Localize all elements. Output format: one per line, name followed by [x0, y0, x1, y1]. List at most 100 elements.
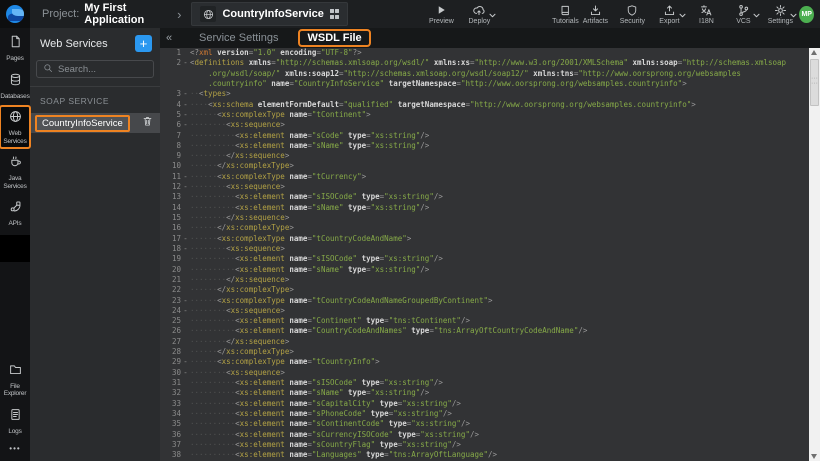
sidebar-item-apis[interactable]: APIs	[0, 196, 30, 231]
code-line: 14··········<xs:element name="sName" typ…	[160, 203, 820, 213]
code-line: 11-······<xs:complexType name="tCurrency…	[160, 172, 820, 182]
export-button[interactable]: Export	[654, 0, 684, 28]
vcs-button[interactable]: VCS	[728, 0, 758, 28]
code-line: .countryinfo" name="CountryInfoService" …	[160, 79, 820, 89]
wavemaker-logo-icon	[6, 5, 24, 23]
preview-button[interactable]: Preview	[426, 0, 456, 28]
code-line: 24-········<xs:sequence>	[160, 306, 820, 316]
code-line: .org/wsdl/soap/" xmlns:soap12="http://sc…	[160, 69, 820, 79]
code-line: 9········</xs:sequence>	[160, 151, 820, 161]
search-icon	[43, 60, 53, 78]
i18n-button[interactable]: I18N	[691, 0, 721, 28]
code-line: 21········</xs:sequence>	[160, 275, 820, 285]
vcs-branch-icon	[737, 4, 750, 17]
artifacts-icon	[589, 4, 602, 17]
trash-icon[interactable]	[142, 114, 153, 132]
globe-icon	[200, 6, 216, 22]
panel-header: Web Services +	[30, 28, 160, 58]
code-line: 4-····<xs:schema elementFormDefault="qua…	[160, 100, 820, 110]
sidebar-item-databases[interactable]: Databases	[0, 69, 30, 104]
top-header-bar: Project: My First Application › CountryI…	[0, 0, 820, 28]
code-line: 23-······<xs:complexType name="tCountryC…	[160, 296, 820, 306]
service-list-item[interactable]: CountryInfoService	[30, 113, 160, 133]
deploy-button[interactable]: Deploy	[464, 0, 494, 28]
i18n-translate-icon	[699, 4, 713, 17]
service-name[interactable]: CountryInfoService	[35, 115, 130, 132]
app-logo[interactable]	[0, 0, 30, 28]
apis-icon	[9, 200, 22, 218]
pages-icon	[9, 35, 22, 53]
tutorials-button[interactable]: Tutorials	[550, 0, 580, 28]
header-right-actions: Artifacts Security Export	[580, 0, 795, 28]
artifacts-button[interactable]: Artifacts	[580, 0, 610, 28]
code-lines: 1<?xml version="1.0" encoding="UTF-8"?>2…	[160, 48, 820, 461]
header-left-actions: Preview Deploy Tutorials	[426, 0, 580, 28]
code-line: 16······</xs:complexType>	[160, 223, 820, 233]
databases-icon	[9, 73, 22, 91]
code-line: 17-······<xs:complexType name="tCountryC…	[160, 234, 820, 244]
preview-icon	[435, 4, 447, 17]
project-name: My First Application	[84, 2, 166, 26]
code-line: 10······</xs:complexType>	[160, 161, 820, 171]
code-line: 36··········<xs:element name="sCurrencyI…	[160, 430, 820, 440]
code-line: 6-········<xs:sequence>	[160, 120, 820, 130]
code-line: 2-<definitions xmlns="http://schemas.xml…	[160, 58, 820, 68]
code-line: 34··········<xs:element name="sPhoneCode…	[160, 409, 820, 419]
code-line: 27········</xs:sequence>	[160, 337, 820, 347]
scroll-down-arrow[interactable]	[811, 454, 817, 459]
scroll-up-arrow[interactable]	[811, 50, 817, 55]
left-nav-sidebar: Pages Databases Web Services Java Servic…	[0, 28, 30, 461]
tab-wsdl-file[interactable]: WSDL File	[298, 29, 370, 47]
deploy-icon	[472, 4, 486, 17]
chevron-right-icon[interactable]: ›	[177, 7, 181, 22]
collapse-panel-icon[interactable]: «	[163, 32, 175, 44]
java-services-icon	[9, 155, 22, 173]
grid-icon[interactable]	[330, 9, 340, 19]
sidebar-item-web-services[interactable]: Web Services	[0, 106, 30, 148]
code-line: 30-········<xs:sequence>	[160, 368, 820, 378]
sidebar-item-java-services[interactable]: Java Services	[0, 151, 30, 193]
code-line: 37··········<xs:element name="sCountryFl…	[160, 440, 820, 450]
settings-button[interactable]: Settings	[765, 0, 795, 28]
code-line: 38··········<xs:element name="Languages"…	[160, 450, 820, 460]
user-avatar[interactable]: MP	[799, 6, 814, 23]
open-service-tab[interactable]: CountryInfoService	[191, 2, 348, 26]
soap-service-section-label: SOAP SERVICE	[30, 87, 160, 113]
code-line: 31··········<xs:element name="sISOCode" …	[160, 378, 820, 388]
code-line: 5-······<xs:complexType name="tContinent…	[160, 110, 820, 120]
web-services-icon	[9, 110, 22, 128]
project-breadcrumb: Project: My First Application ›	[42, 2, 181, 26]
wavemaker-studio-window: Project: My First Application › CountryI…	[0, 0, 820, 461]
service-tab-label: CountryInfoService	[222, 8, 323, 20]
scrollbar-thumb[interactable]	[810, 59, 819, 106]
add-service-button[interactable]: +	[135, 35, 152, 52]
tab-service-settings[interactable]: Service Settings	[199, 32, 278, 44]
code-line: 15········</xs:sequence>	[160, 213, 820, 223]
chevron-down-icon	[489, 5, 496, 23]
sidebar-divider-block	[0, 235, 30, 262]
search-input[interactable]	[58, 64, 148, 75]
code-line: 28······</xs:complexType>	[160, 347, 820, 357]
security-button[interactable]: Security	[617, 0, 647, 28]
chevron-down-icon	[790, 5, 797, 23]
editor-tab-bar: « Service Settings WSDL File	[160, 28, 820, 48]
security-icon	[626, 4, 638, 17]
sidebar-more-button[interactable]: •••	[9, 438, 20, 461]
code-line: 20··········<xs:element name="sName" typ…	[160, 265, 820, 275]
code-line: 35··········<xs:element name="sContinent…	[160, 419, 820, 429]
code-line: 22······</xs:complexType>	[160, 285, 820, 295]
web-services-panel: Web Services + SOAP SERVICE CountryInfoS…	[30, 28, 160, 461]
code-line: 1<?xml version="1.0" encoding="UTF-8"?>	[160, 48, 820, 58]
code-editor-area[interactable]: 1<?xml version="1.0" encoding="UTF-8"?>2…	[160, 48, 820, 461]
code-line: 3-··<types>	[160, 89, 820, 99]
code-line: 18-········<xs:sequence>	[160, 244, 820, 254]
vertical-scrollbar[interactable]	[809, 48, 820, 461]
code-line: 26··········<xs:element name="CountryCod…	[160, 326, 820, 336]
sidebar-item-logs[interactable]: Logs	[0, 404, 30, 439]
sidebar-item-file-explorer[interactable]: File Explorer	[0, 359, 30, 401]
file-explorer-icon	[9, 363, 22, 381]
sidebar-item-pages[interactable]: Pages	[0, 31, 30, 66]
service-search-box[interactable]	[36, 60, 154, 78]
wsdl-editor: « Service Settings WSDL File 1<?xml vers…	[160, 28, 820, 461]
code-line: 25··········<xs:element name="Continent"…	[160, 316, 820, 326]
